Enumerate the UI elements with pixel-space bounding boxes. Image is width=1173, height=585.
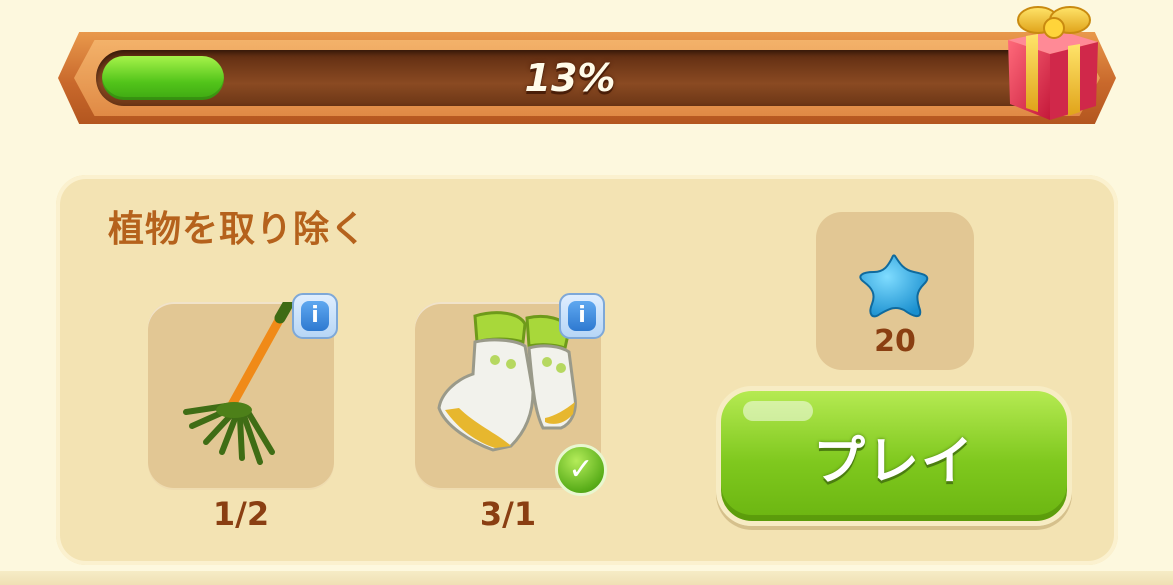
bottom-strip: [0, 571, 1173, 585]
check-icon: ✓: [555, 444, 607, 496]
item-count-gloves: 3/1: [479, 495, 537, 533]
play-button[interactable]: プレイ: [716, 386, 1072, 526]
info-icon[interactable]: i: [559, 293, 605, 339]
gift-box-icon[interactable]: [998, 0, 1104, 122]
item-count-rake: 1/2: [212, 495, 270, 533]
info-icon[interactable]: i: [292, 293, 338, 339]
reward-count: 20: [874, 324, 916, 359]
progress-track: 13%: [96, 50, 1044, 106]
task-title: 植物を取り除く: [108, 209, 368, 250]
info-glyph: i: [568, 301, 596, 331]
progress-percent: 13%: [524, 56, 616, 100]
play-button-label: プレイ: [812, 431, 975, 492]
info-glyph: i: [301, 301, 329, 331]
